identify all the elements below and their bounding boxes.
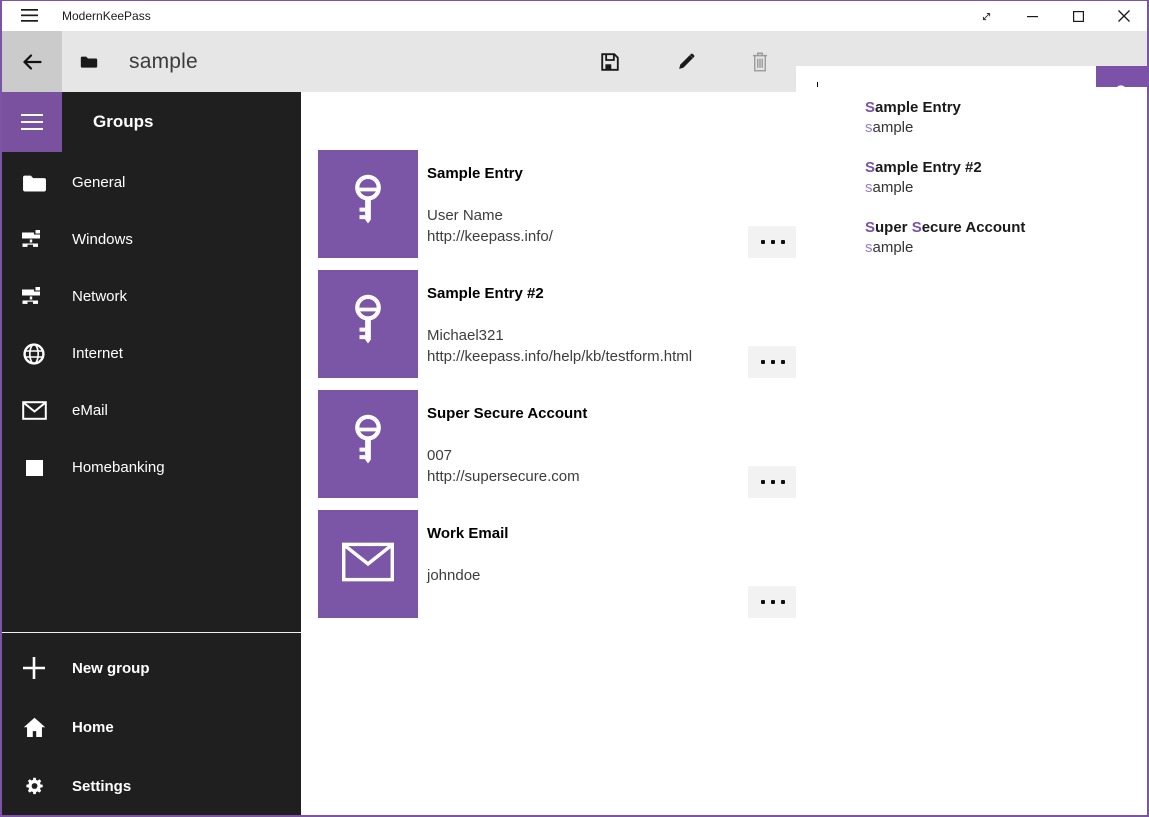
ellipsis-icon	[761, 600, 765, 604]
groups-header: Groups	[93, 92, 153, 152]
entry-title: Work Email	[427, 524, 508, 544]
entry-more-button[interactable]	[748, 586, 798, 618]
entry-tile	[318, 270, 418, 378]
sidebar-item-network[interactable]: Network	[2, 268, 301, 325]
entry-text: Super Secure Account 007 http://supersec…	[427, 390, 587, 487]
entry-row-work-email[interactable]: Work Email johndoe	[318, 510, 798, 618]
sidebar-item-label: Internet	[72, 345, 123, 362]
entry-username: 007	[427, 445, 587, 466]
sidebar-item-label: Windows	[72, 231, 133, 248]
entry-url: http://keepass.info/help/kb/testform.htm…	[427, 346, 692, 367]
network-icon	[20, 230, 48, 249]
database-folder-icon	[80, 31, 98, 92]
window-controls	[963, 1, 1147, 31]
minimize-button[interactable]	[1009, 1, 1055, 31]
plus-icon	[20, 657, 48, 679]
entry-text: Sample Entry User Name http://keepass.in…	[427, 150, 553, 247]
search-suggestions-flyout: Sample Entry sample Sample Entry #2 samp…	[796, 87, 1147, 815]
navigation-pane: Groups General Windows Network Internet …	[2, 92, 301, 815]
search-result-title: Sample Entry #2	[865, 158, 1147, 178]
titlebar-hamburger-icon[interactable]	[12, 0, 46, 31]
sidebar-item-label: New group	[72, 660, 150, 677]
sidebar-item-label: eMail	[72, 402, 108, 419]
settings-button[interactable]: Settings	[2, 757, 301, 815]
title-bar: ModernKeePass	[0, 0, 1149, 31]
search-result-title: Super Secure Account	[865, 218, 1147, 238]
search-result-sample-entry[interactable]: Sample Entry sample	[865, 98, 1147, 138]
app-command-bar: sample s	[0, 31, 1149, 92]
mail-icon	[341, 542, 395, 587]
nav-hamburger-button[interactable]	[2, 92, 62, 152]
home-button[interactable]: Home	[2, 698, 301, 756]
entry-title: Super Secure Account	[427, 404, 587, 424]
window-title: ModernKeePass	[62, 0, 151, 31]
sidebar-item-general[interactable]: General	[2, 154, 301, 211]
key-icon	[348, 293, 388, 356]
gear-icon	[20, 775, 48, 797]
search-result-subtitle: sample	[865, 238, 1147, 258]
entry-text: Work Email johndoe	[427, 510, 508, 586]
entry-row-super-secure-account[interactable]: Super Secure Account 007 http://supersec…	[318, 390, 798, 498]
search-result-subtitle: sample	[865, 118, 1147, 138]
new-group-button[interactable]: New group	[2, 639, 301, 697]
square-icon	[20, 460, 48, 476]
entry-more-button[interactable]	[748, 466, 798, 498]
entry-title: Sample Entry	[427, 164, 553, 184]
sidebar-item-internet[interactable]: Internet	[2, 325, 301, 382]
ellipsis-icon	[761, 360, 765, 364]
search-result-subtitle: sample	[865, 178, 1147, 198]
database-name: sample	[129, 31, 198, 92]
key-icon	[348, 173, 388, 236]
sidebar-item-windows[interactable]: Windows	[2, 211, 301, 268]
sidebar-item-homebanking[interactable]: Homebanking	[2, 439, 301, 496]
home-icon	[20, 717, 48, 738]
sidebar-item-label: Settings	[72, 778, 131, 795]
save-button[interactable]	[585, 31, 635, 92]
entry-username: User Name	[427, 205, 553, 226]
search-result-title: Sample Entry	[865, 98, 1147, 118]
sidebar-divider	[2, 632, 301, 633]
edit-button[interactable]	[661, 31, 711, 92]
back-button[interactable]	[2, 31, 62, 92]
search-result-sample-entry-2[interactable]: Sample Entry #2 sample	[865, 158, 1147, 198]
network-icon	[20, 287, 48, 306]
search-result-super-secure-account[interactable]: Super Secure Account sample	[865, 218, 1147, 258]
entry-username: Michael321	[427, 325, 692, 346]
entry-more-button[interactable]	[748, 226, 798, 258]
entry-tile	[318, 150, 418, 258]
key-icon	[348, 413, 388, 476]
fullscreen-button[interactable]	[963, 1, 1009, 31]
entry-row-sample-entry-2[interactable]: Sample Entry #2 Michael321 http://keepas…	[318, 270, 798, 378]
entry-tile	[318, 510, 418, 618]
entry-url: http://keepass.info/	[427, 226, 553, 247]
sidebar-item-email[interactable]: eMail	[2, 382, 301, 439]
sidebar-item-label: Homebanking	[72, 459, 165, 476]
globe-icon	[20, 342, 48, 366]
entry-title: Sample Entry #2	[427, 284, 692, 304]
mail-icon	[20, 401, 48, 420]
maximize-button[interactable]	[1055, 1, 1101, 31]
entry-more-button[interactable]	[748, 346, 798, 378]
ellipsis-icon	[761, 240, 765, 244]
close-button[interactable]	[1101, 1, 1147, 31]
entry-tile	[318, 390, 418, 498]
sidebar-item-label: Home	[72, 719, 114, 736]
entry-url: http://supersecure.com	[427, 466, 587, 487]
sidebar-item-label: General	[72, 174, 125, 191]
entry-username: johndoe	[427, 565, 508, 586]
sidebar-item-label: Network	[72, 288, 127, 305]
delete-button[interactable]	[735, 31, 785, 92]
entry-text: Sample Entry #2 Michael321 http://keepas…	[427, 270, 692, 367]
ellipsis-icon	[761, 480, 765, 484]
folder-icon	[20, 173, 48, 193]
entry-row-sample-entry[interactable]: Sample Entry User Name http://keepass.in…	[318, 150, 798, 258]
